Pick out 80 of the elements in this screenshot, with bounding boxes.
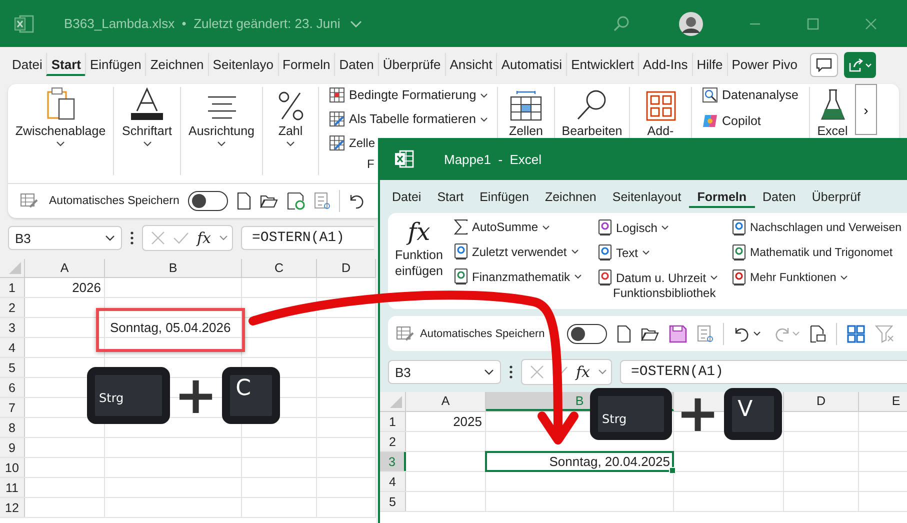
insert-function-glyph[interactable]: fx [408,219,430,245]
ribbon-tab[interactable]: Add-Ins [638,53,692,76]
window-title: Mappe1 - Excel [444,152,542,166]
column-header[interactable]: D [341,261,351,275]
selected-cell: Sonntag, 20.04.2025 [486,452,673,471]
ribbon-tab[interactable]: Formeln [689,186,755,208]
keycap: C [222,367,280,424]
plus-sign: + [174,376,218,416]
group-label: F [367,157,374,171]
ribbon-command[interactable]: Finanzmathematik [472,270,570,284]
column-header[interactable]: B [168,261,178,275]
ribbon-tab[interactable]: Zeichnen [145,53,208,76]
ribbon-tab[interactable]: Daten [334,53,378,76]
ribbon-command[interactable]: AutoSumme [472,220,538,234]
row-header[interactable]: 1 [389,415,396,429]
formula-field[interactable]: =OSTERN(A1) [241,226,374,250]
ribbon-tab[interactable]: Einfügen [84,53,146,76]
ribbon-tab[interactable]: Daten [754,186,804,208]
column-header[interactable]: A [441,394,450,408]
ribbon-group-label[interactable]: Bearbeiten [562,124,622,138]
ribbon-tab[interactable]: Ansicht [444,53,496,76]
ribbon-group-label[interactable]: Excel [817,124,848,138]
row-header[interactable]: 2 [389,435,396,449]
ribbon-command[interactable]: Als Tabelle formatieren [349,112,476,126]
ribbon-command[interactable]: Text [616,246,638,260]
column-header[interactable]: A [60,261,69,275]
ribbon-tab[interactable]: Formeln [278,53,334,76]
ribbon-command[interactable]: Zuletzt verwendet [472,244,567,258]
ribbon-command[interactable]: Logisch [616,220,658,234]
name-box[interactable]: B3 [388,360,501,384]
ribbon-command[interactable]: Funktion einfügen [388,247,450,279]
ribbon-group-label[interactable]: Zwischenablage [15,124,106,138]
ribbon-more-button[interactable]: › [855,84,877,135]
column-header[interactable]: E [892,394,900,408]
name-box[interactable]: B3 [8,226,122,250]
ribbon-tab[interactable]: Start [46,53,85,76]
ribbon-command[interactable]: Nachschlagen und Verweisen [750,222,902,234]
ribbon-command[interactable]: Mehr Funktionen [750,272,836,284]
ribbon-group-label[interactable]: Ausrichtung [188,124,254,138]
table-cell-text: Sonntag, 05.04.2026 [109,320,232,335]
ribbon-tab[interactable]: Entwicklert [566,53,638,76]
ribbon-group-label[interactable]: Zellen [508,124,544,138]
ribbon-group-label[interactable]: Schriftart [122,124,172,138]
group-label: Funktionsbibliothek [613,286,717,300]
keycap: V [724,388,782,440]
ribbon-tab[interactable]: Power Pivo [726,53,802,76]
ribbon-group-label[interactable]: Add- [647,124,674,138]
ribbon-tab[interactable]: Überprüf [804,186,869,208]
ribbon-command[interactable]: Bedingte Formatierung [349,88,476,102]
row-header[interactable]: 5 [389,495,396,509]
column-header[interactable]: D [816,394,826,408]
ribbon-group-label[interactable]: Zahl [278,124,303,138]
ribbon-command[interactable]: Copilot [722,114,761,128]
ribbon-tab[interactable]: Überprüfe [378,53,445,76]
ribbon-tab[interactable]: Datei [8,53,46,76]
ribbon-tab[interactable]: Seitenlayout [604,186,690,208]
autosave-label: Automatisches Speichern [420,328,545,340]
ribbon-command[interactable]: Mathematik und Trigonomet [750,246,893,258]
table-cell-text: 2026 [71,280,102,295]
keycap: Strg [87,367,170,424]
insert-function-button[interactable]: fx [197,229,212,247]
row-header[interactable]: 4 [389,475,396,489]
ribbon-tab[interactable]: Automatisi [496,53,566,76]
ribbon-tab[interactable]: Hilfe [692,53,727,76]
ribbon-tab[interactable]: Einfügen [472,186,537,208]
ribbon-tab[interactable]: Start [429,186,472,208]
ribbon-command[interactable]: Datenanalyse [722,88,798,102]
autosave-label: Automatisches Speichern [49,194,180,206]
ribbon-tab[interactable]: Zeichnen [536,186,604,208]
keycap: Strg [590,388,672,440]
ribbon-tab[interactable]: Datei [384,186,430,208]
ribbon-command[interactable]: Zelle [349,136,376,150]
window-title: B363_Lambda.xlsx • Zuletzt geändert: 23. Juni [64,16,340,31]
table-cell-text: 2025 [452,413,483,431]
ribbon-command[interactable]: Datum u. Uhrzeit [616,270,706,284]
insert-function-button[interactable]: fx [576,363,590,381]
plus-sign: + [676,394,720,434]
ribbon-tab[interactable]: Seitenlayo [208,53,278,76]
formula-field[interactable]: =OSTERN(A1) [620,360,907,384]
column-header[interactable]: C [274,261,284,275]
